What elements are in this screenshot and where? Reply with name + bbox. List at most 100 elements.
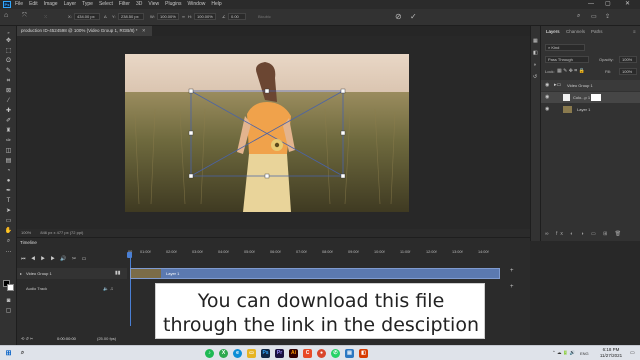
timeline-options-icon[interactable]: ⟲ ↺ ✂ <box>21 334 33 344</box>
film-icon[interactable]: ▮▮ <box>115 268 121 279</box>
search-icon[interactable]: ⌕ <box>18 349 27 358</box>
tab-paths[interactable]: Paths <box>591 29 603 34</box>
properties-icon[interactable]: ◧ <box>533 50 538 56</box>
menu-file[interactable]: File <box>15 0 23 9</box>
zoom-level[interactable]: 100% <box>21 230 31 235</box>
visibility-eye-icon[interactable]: ◉ <box>545 104 549 115</box>
more-tools-icon[interactable]: … <box>4 248 13 255</box>
adjustments-icon[interactable]: ◑ <box>533 62 536 68</box>
layer-row-video-group[interactable]: ◉ ▸▭ Video Group 1 <box>541 80 640 91</box>
pen-tool-icon[interactable]: ✒ <box>4 188 13 195</box>
quick-mask-icon[interactable]: ◙ <box>4 298 13 305</box>
commit-transform-button[interactable]: ✓ <box>410 12 417 21</box>
home-icon[interactable]: ⌂ <box>4 12 8 19</box>
crop-tool-icon[interactable]: ⌗ <box>4 78 13 85</box>
link-icon[interactable]: ∞ <box>182 14 185 19</box>
stamp-tool-icon[interactable]: ♜ <box>4 128 13 135</box>
lasso-tool-icon[interactable]: ʘ <box>4 58 13 65</box>
add-audio-icon[interactable]: + <box>510 284 514 290</box>
layer-actions-toolbar[interactable]: ∞ fx ◐ ◑ ▭ ⊞ 🗑 <box>545 231 624 237</box>
illustrator-app-icon[interactable]: Ai <box>289 349 298 358</box>
panel-menu-icon[interactable]: ≡ <box>633 29 636 34</box>
premiere-app-icon[interactable]: Pr <box>275 349 284 358</box>
background-color-swatch[interactable] <box>7 284 14 291</box>
menu-window[interactable]: Window <box>188 0 206 9</box>
tab-close-icon[interactable]: ✕ <box>142 28 146 33</box>
menu-view[interactable]: View <box>148 0 159 9</box>
track-expand-icon[interactable]: ▸ <box>20 268 22 279</box>
file-explorer-icon[interactable]: ▭ <box>247 349 256 358</box>
menu-edit[interactable]: Edit <box>29 0 38 9</box>
hand-tool-icon[interactable]: ✋ <box>4 228 13 235</box>
playback-controls[interactable]: ⏮ ◀ ▶ ▶ 🔊 ✂ ▭ <box>21 256 88 262</box>
video-clip[interactable]: Layer 1 <box>130 268 500 279</box>
shape-tool-icon[interactable]: ▭ <box>4 218 13 225</box>
interpolation-select[interactable]: Bicubic <box>258 14 271 19</box>
fill-input[interactable]: 100% <box>619 68 637 75</box>
opacity-input[interactable]: 100% <box>619 56 637 63</box>
path-select-tool-icon[interactable]: ➤ <box>4 208 13 215</box>
audio-track-header[interactable]: Audio Track 🔈 ♫ <box>17 284 127 294</box>
tab-channels[interactable]: Channels <box>566 29 585 34</box>
menu-help[interactable]: Help <box>211 0 221 9</box>
history-icon[interactable]: ↺ <box>533 74 537 80</box>
eyedropper-tool-icon[interactable]: ⁄ <box>4 98 13 105</box>
move-tool-icon[interactable]: ✥ <box>4 38 13 45</box>
layer-row-color-fill[interactable]: ◉ Colo...p 1 <box>541 92 640 103</box>
blend-mode-select[interactable]: Pass Through <box>545 56 589 63</box>
angle-input[interactable]: 0.00 <box>228 13 246 20</box>
collapse-icon[interactable]: » <box>4 29 13 36</box>
add-media-icon[interactable]: + <box>510 268 514 274</box>
zoom-tool-icon[interactable]: ⌕ <box>4 238 13 245</box>
filter-kind-select[interactable]: ⌕ Kind <box>545 44 585 51</box>
brush-tool-icon[interactable]: ✐ <box>4 118 13 125</box>
layer-row-layer-1[interactable]: ◉ Layer 1 <box>541 104 640 115</box>
cancel-transform-button[interactable]: ⊘ <box>395 12 402 21</box>
eraser-tool-icon[interactable]: ◫ <box>4 148 13 155</box>
notification-icon[interactable]: ▭ <box>630 350 635 356</box>
menu-filter[interactable]: Filter <box>119 0 130 9</box>
xbox-icon[interactable]: X <box>219 349 228 358</box>
blur-tool-icon[interactable]: ◔ <box>4 168 13 175</box>
menu-type[interactable]: Type <box>82 0 93 9</box>
document-tab[interactable]: production ID-4524598 @ 100% (Video Grou… <box>17 26 152 36</box>
lock-icons[interactable]: ▦ ✎ ✥ ⌗ 🔒 <box>557 68 585 74</box>
share-icon[interactable]: ⇪ <box>605 13 610 20</box>
video-frame-image[interactable] <box>125 54 409 212</box>
system-tray-icons[interactable]: ⌃ ☁ 🔋 🔊 <box>552 350 575 356</box>
height-input[interactable]: 100.00% <box>194 13 216 20</box>
visibility-eye-icon[interactable]: ◉ <box>545 80 549 91</box>
width-input[interactable]: 100.00% <box>157 13 179 20</box>
libraries-icon[interactable]: ▦ <box>533 38 538 44</box>
edge-icon[interactable]: e <box>233 349 242 358</box>
quick-select-tool-icon[interactable]: ✎ <box>4 68 13 75</box>
language-indicator[interactable]: ENG <box>580 351 589 356</box>
app-icon-doc[interactable]: ▤ <box>345 349 354 358</box>
tab-layers[interactable]: Layers <box>546 29 560 34</box>
windows-start-icon[interactable]: ⊞ <box>4 349 13 358</box>
app-icon-red[interactable]: ● <box>317 349 326 358</box>
menu-image[interactable]: Image <box>44 0 58 9</box>
type-tool-icon[interactable]: T <box>4 198 13 205</box>
time-ruler[interactable]: 01:00f 02:00f 03:00f 04:00f 05:00f 06:00f 07:0… <box>130 250 520 256</box>
visibility-eye-icon[interactable]: ◉ <box>545 92 549 103</box>
clock-time[interactable]: 6:18 PM <box>597 347 625 352</box>
clock-date[interactable]: 11/27/2021 <box>597 353 625 358</box>
audio-mute-icon[interactable]: 🔈 ♫ <box>103 284 113 294</box>
menu-select[interactable]: Select <box>99 0 113 9</box>
menu-layer[interactable]: Layer <box>64 0 77 9</box>
menu-3d[interactable]: 3D <box>136 0 142 9</box>
dodge-tool-icon[interactable]: ● <box>4 178 13 185</box>
screen-mode-icon[interactable]: ▢ <box>4 308 13 315</box>
minimize-button[interactable]: — <box>588 0 594 9</box>
photoshop-app-icon[interactable]: Ps <box>261 349 270 358</box>
frame-tool-icon[interactable]: ⊠ <box>4 88 13 95</box>
gradient-tool-icon[interactable]: ▤ <box>4 158 13 165</box>
reference-point-icon[interactable]: ⁙ <box>44 14 47 19</box>
maximize-button[interactable]: ▢ <box>605 0 611 9</box>
marquee-tool-icon[interactable]: ⬚ <box>4 48 13 55</box>
app-icon-office[interactable]: ◧ <box>359 349 368 358</box>
healing-tool-icon[interactable]: ✚ <box>4 108 13 115</box>
playhead-handle[interactable] <box>127 252 132 258</box>
whatsapp-icon[interactable]: ✆ <box>331 349 340 358</box>
